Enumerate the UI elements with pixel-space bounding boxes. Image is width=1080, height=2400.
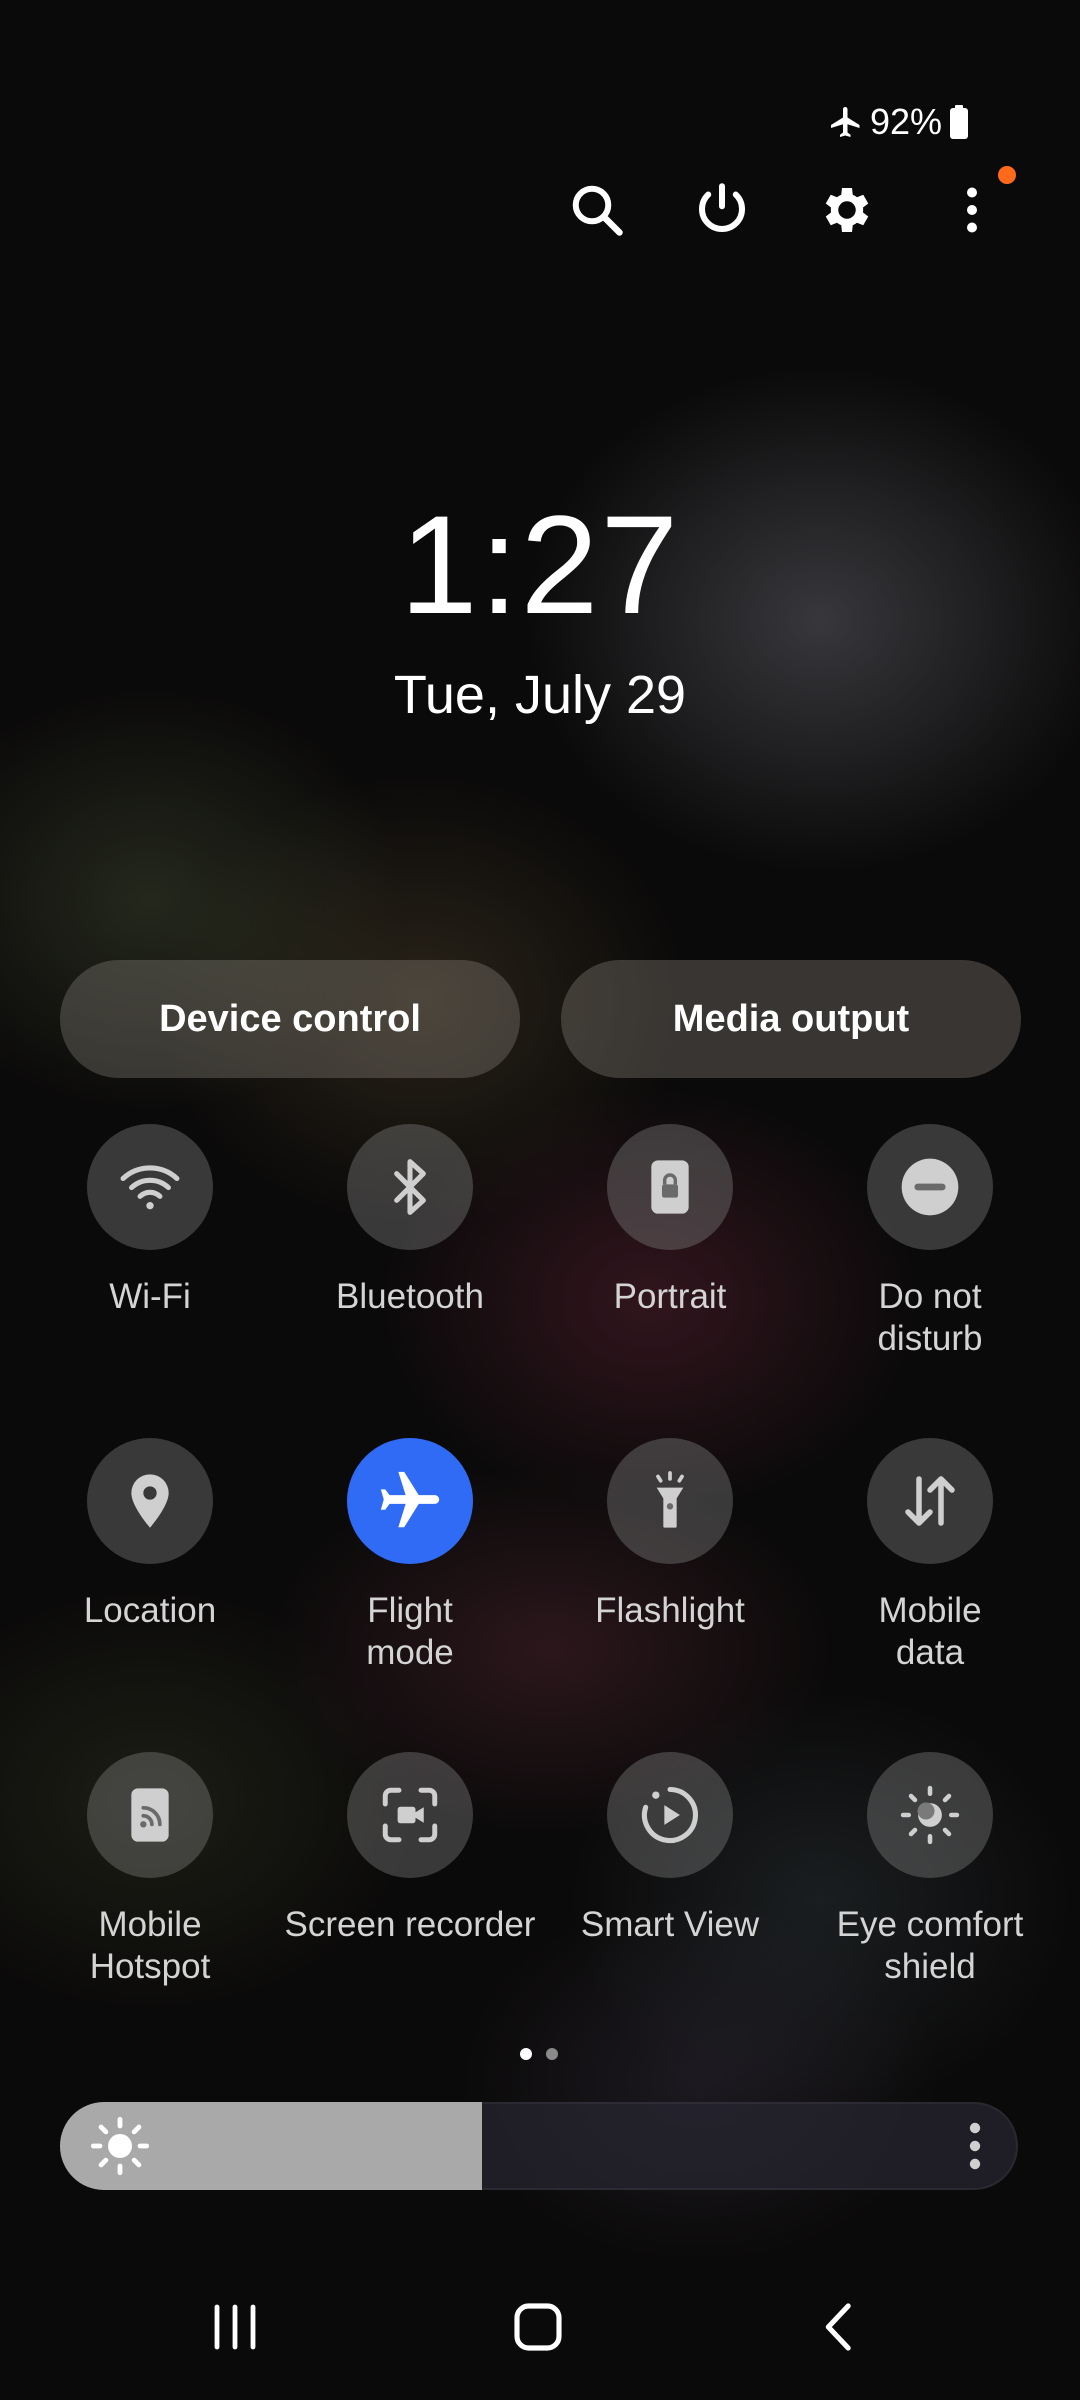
- notification-dot: [998, 166, 1016, 184]
- tile-eye-comfort[interactable]: Eye comfort shield: [800, 1752, 1060, 1988]
- tile-location-label: Location: [83, 1591, 217, 1630]
- clock-date: Tue, July 29: [393, 665, 687, 725]
- tile-flight-mode-toggle[interactable]: [347, 1438, 473, 1564]
- airplane-icon: [380, 1471, 440, 1528]
- gear-icon: [825, 188, 869, 232]
- page-indicator-2[interactable]: [546, 2048, 558, 2060]
- tile-wifi-toggle[interactable]: [87, 1124, 213, 1250]
- tile-location[interactable]: Location: [20, 1438, 280, 1632]
- recents-button[interactable]: [185, 2282, 285, 2372]
- more-button[interactable]: [932, 170, 1012, 250]
- back-button[interactable]: [790, 2282, 890, 2372]
- tile-flashlight-toggle[interactable]: [607, 1438, 733, 1564]
- search-icon: [572, 185, 623, 236]
- tile-eye-comfort-label: Eye comfort shield: [836, 1905, 1024, 1986]
- tile-portrait-label: Portrait: [613, 1277, 727, 1316]
- power-button[interactable]: [682, 170, 762, 250]
- power-icon: [699, 183, 745, 233]
- home-icon: [514, 2303, 562, 2351]
- tile-flashlight-label: Flashlight: [595, 1591, 745, 1630]
- tile-smart-view[interactable]: Smart View: [540, 1752, 800, 1946]
- brightness-more-icon[interactable]: [968, 2122, 982, 2170]
- clock-time: 1:27: [399, 486, 681, 643]
- portrait-lock-icon: [651, 1160, 689, 1214]
- tile-dnd-toggle[interactable]: [867, 1124, 993, 1250]
- tile-bluetooth[interactable]: Bluetooth: [280, 1124, 540, 1318]
- tile-hotspot-label: Mobile Hotspot: [89, 1905, 211, 1986]
- tile-hotspot-toggle[interactable]: [87, 1752, 213, 1878]
- tile-screen-recorder-label: Screen recorder: [284, 1905, 536, 1944]
- tile-screen-recorder-toggle[interactable]: [347, 1752, 473, 1878]
- more-vertical-icon: [967, 187, 977, 233]
- tile-screen-recorder[interactable]: Screen recorder: [280, 1752, 540, 1946]
- back-icon: [825, 2303, 851, 2351]
- tile-smart-view-toggle[interactable]: [607, 1752, 733, 1878]
- tile-wifi[interactable]: Wi-Fi: [20, 1124, 280, 1318]
- tile-do-not-disturb[interactable]: Do not disturb: [800, 1124, 1060, 1360]
- screen-recorder-icon: [382, 1787, 438, 1843]
- tile-bluetooth-label: Bluetooth: [336, 1277, 484, 1316]
- tile-portrait[interactable]: Portrait: [540, 1124, 800, 1318]
- flashlight-icon: [656, 1471, 684, 1528]
- tile-portrait-toggle[interactable]: [607, 1124, 733, 1250]
- page-indicator-1[interactable]: [520, 2048, 532, 2060]
- mobile-data-icon: [905, 1476, 955, 1526]
- tile-mobile-hotspot[interactable]: Mobile Hotspot: [20, 1752, 280, 1988]
- tile-wifi-label: Wi-Fi: [109, 1277, 191, 1316]
- tile-bluetooth-toggle[interactable]: [347, 1124, 473, 1250]
- brightness-slider[interactable]: [60, 2102, 1018, 2190]
- tile-flight-mode[interactable]: Flight mode: [280, 1438, 540, 1674]
- eye-comfort-icon: [900, 1785, 960, 1845]
- home-button[interactable]: [488, 2282, 588, 2372]
- sun-icon: [90, 2116, 150, 2176]
- smart-view-icon: [641, 1786, 698, 1843]
- battery-percent: 92%: [869, 101, 942, 142]
- tile-eye-comfort-toggle[interactable]: [867, 1752, 993, 1878]
- media-output-button[interactable]: Media output: [561, 960, 1021, 1078]
- do-not-disturb-icon: [901, 1158, 959, 1216]
- tile-mobile-data-label: Mobile data: [878, 1591, 982, 1672]
- tile-mobile-data-toggle[interactable]: [867, 1438, 993, 1564]
- battery-icon: [948, 104, 970, 140]
- hotspot-icon: [131, 1788, 169, 1842]
- recents-icon: [214, 2304, 256, 2350]
- tile-dnd-label: Do not disturb: [877, 1277, 983, 1358]
- search-button[interactable]: [557, 170, 637, 250]
- tile-location-toggle[interactable]: [87, 1438, 213, 1564]
- tile-mobile-data[interactable]: Mobile data: [800, 1438, 1060, 1674]
- location-pin-icon: [131, 1474, 169, 1528]
- bluetooth-icon: [394, 1159, 426, 1215]
- tile-smart-view-label: Smart View: [580, 1905, 760, 1944]
- settings-button[interactable]: [807, 170, 887, 250]
- status-bar: 92%: [828, 100, 970, 144]
- tile-flight-mode-label: Flight mode: [366, 1591, 454, 1672]
- device-control-button[interactable]: Device control: [60, 960, 520, 1078]
- airplane-status-icon: [828, 104, 864, 140]
- wifi-icon: [120, 1165, 180, 1210]
- tile-flashlight[interactable]: Flashlight: [540, 1438, 800, 1632]
